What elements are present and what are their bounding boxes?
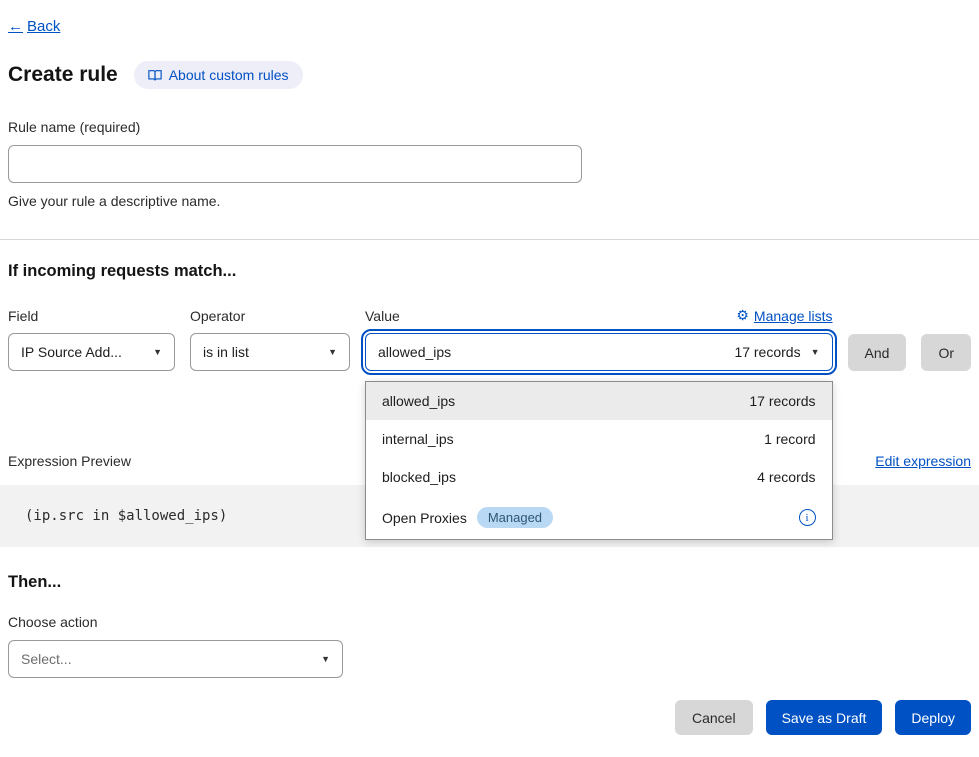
cancel-button[interactable]: Cancel: [675, 700, 753, 735]
then-section-heading: Then...: [8, 573, 971, 592]
about-custom-rules-link[interactable]: About custom rules: [134, 61, 303, 89]
value-select[interactable]: allowed_ips 17 records ▼: [365, 333, 833, 371]
save-as-draft-button[interactable]: Save as Draft: [766, 700, 883, 735]
chevron-down-icon: ▼: [153, 347, 162, 357]
gear-icon: ⚙: [736, 307, 749, 324]
or-button[interactable]: Or: [921, 334, 971, 371]
field-select-value: IP Source Add...: [21, 344, 122, 360]
value-label: Value: [365, 308, 400, 324]
field-label: Field: [8, 308, 175, 324]
manage-lists-label: Manage lists: [754, 308, 833, 324]
about-badge-label: About custom rules: [169, 67, 289, 83]
dropdown-item-allowed-ips[interactable]: allowed_ips 17 records: [366, 382, 832, 420]
and-button[interactable]: And: [848, 334, 907, 371]
list-record-count: 17 records: [749, 393, 815, 409]
back-arrow-icon: ←: [8, 18, 23, 35]
rule-name-label: Rule name (required): [8, 119, 971, 135]
dropdown-item-blocked-ips[interactable]: blocked_ips 4 records: [366, 458, 832, 496]
expression-preview-label: Expression Preview: [8, 453, 131, 469]
dropdown-item-open-proxies[interactable]: Open Proxies Managed i: [366, 496, 832, 539]
action-select-placeholder: Select...: [21, 651, 72, 667]
list-name: blocked_ips: [382, 469, 456, 485]
managed-badge: Managed: [477, 507, 553, 528]
operator-select[interactable]: is in list ▼: [190, 333, 350, 371]
chevron-down-icon: ▼: [328, 347, 337, 357]
field-select[interactable]: IP Source Add... ▼: [8, 333, 175, 371]
list-record-count: 1 record: [764, 431, 815, 447]
dropdown-item-internal-ips[interactable]: internal_ips 1 record: [366, 420, 832, 458]
info-icon[interactable]: i: [799, 509, 816, 526]
section-divider: [0, 239, 979, 240]
list-record-count: 4 records: [757, 469, 815, 485]
choose-action-label: Choose action: [8, 614, 971, 630]
value-select-meta: 17 records: [734, 344, 800, 360]
rule-name-input[interactable]: [8, 145, 582, 183]
back-link[interactable]: ←Back: [8, 18, 60, 35]
back-link-label: Back: [27, 18, 60, 35]
list-name: internal_ips: [382, 431, 454, 447]
operator-select-value: is in list: [203, 344, 249, 360]
manage-lists-link[interactable]: ⚙ Manage lists: [736, 307, 832, 324]
operator-label: Operator: [190, 308, 350, 324]
deploy-button[interactable]: Deploy: [895, 700, 971, 735]
page-title: Create rule: [8, 63, 118, 87]
rule-name-helper: Give your rule a descriptive name.: [8, 193, 971, 209]
value-dropdown-menu: allowed_ips 17 records internal_ips 1 re…: [365, 381, 833, 540]
action-select[interactable]: Select... ▼: [8, 640, 343, 678]
match-section-heading: If incoming requests match...: [8, 262, 971, 281]
value-select-value: allowed_ips: [378, 344, 451, 360]
edit-expression-link[interactable]: Edit expression: [875, 453, 971, 469]
chevron-down-icon: ▼: [811, 347, 820, 357]
list-name: Open Proxies: [382, 510, 467, 526]
book-icon: [148, 69, 162, 82]
chevron-down-icon: ▼: [321, 654, 330, 664]
list-name: allowed_ips: [382, 393, 455, 409]
